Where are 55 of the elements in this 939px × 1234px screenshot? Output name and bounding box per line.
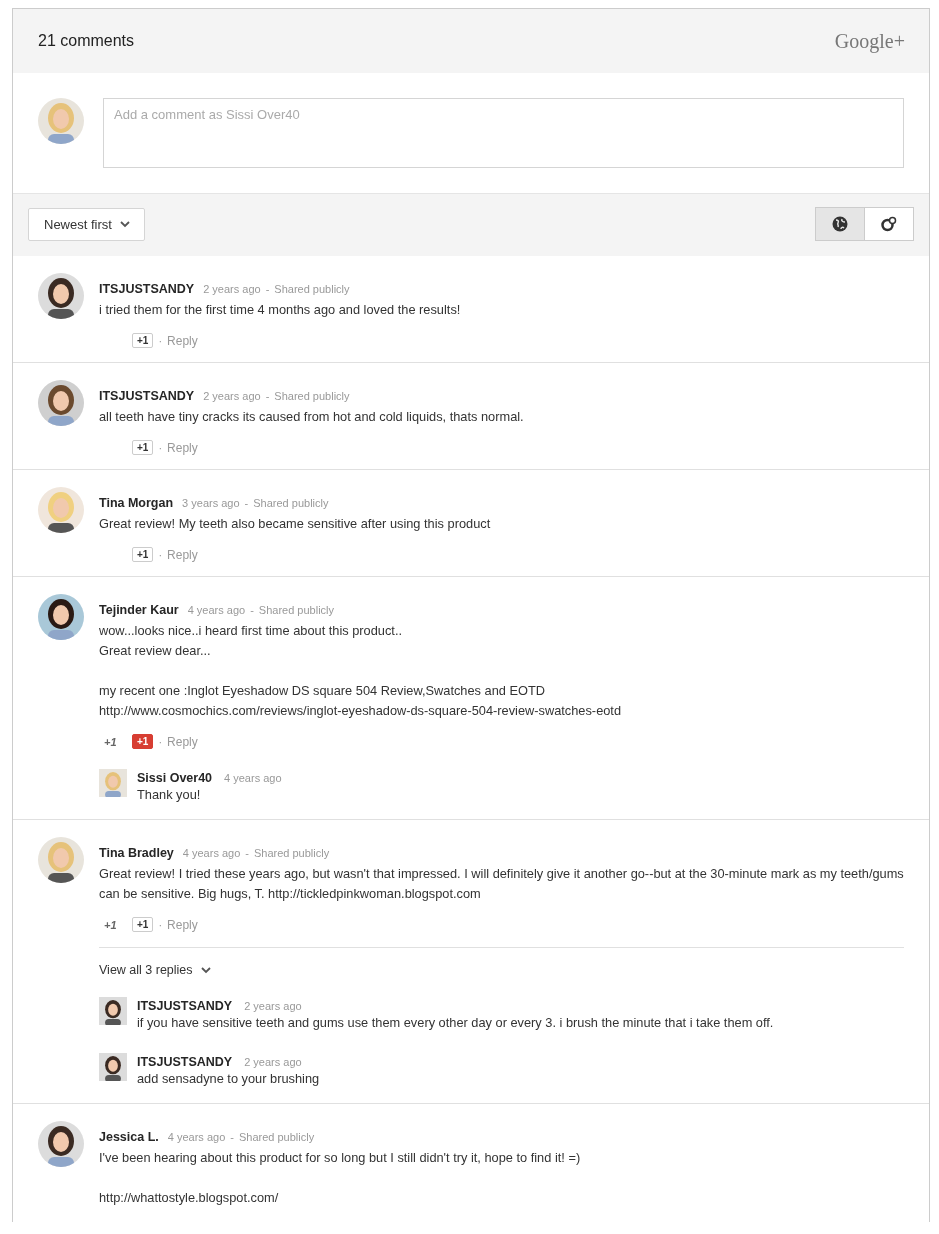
author-name[interactable]: Tina Morgan xyxy=(99,496,174,510)
author-name[interactable]: ITSJUSTSANDY xyxy=(137,1055,233,1069)
reply-text: if you have sensitive teeth and gums use them every other day or every 3. i brush the minute that i take them off. xyxy=(137,1014,774,1032)
author-name[interactable]: Jessica L. xyxy=(99,1130,159,1144)
author-name[interactable]: ITSJUSTSANDY xyxy=(137,999,233,1013)
comment-text: my recent one :Inglot Eyeshadow DS square 504 Review,Swatches and EOTD http://www.cosmochics.com/reviews/inglot-eyeshadow-ds-square-504-review-swatches-eotd xyxy=(99,682,623,720)
comment-count: 21 comments xyxy=(38,32,135,50)
circles-toggle[interactable] xyxy=(864,207,914,241)
separator-dot: · xyxy=(158,548,163,561)
comment-text: I've been hearing about this product for so long but I still didn't try it, hope to find it! =) xyxy=(99,1149,582,1167)
separator-dot: · xyxy=(158,735,163,748)
sort-dropdown[interactable]: Newest first xyxy=(28,207,145,241)
separator-dash: - xyxy=(265,390,270,402)
chevron-down-icon xyxy=(119,220,130,228)
plus-count: +1 xyxy=(103,735,117,748)
google-plus-logo: Google+ xyxy=(834,29,905,53)
separator-dash: - xyxy=(250,604,254,616)
author-name[interactable]: Sissi Over40 xyxy=(137,771,213,785)
author-name[interactable]: ITSJUSTSANDY xyxy=(99,389,195,403)
author-name[interactable]: Tejinder Kaur xyxy=(99,603,179,617)
comment-text: wow...looks nice..i heard first time about this product.. Great review dear... xyxy=(99,622,403,660)
comment-text: i tried them for the first time 4 months ago and loved the results! xyxy=(99,301,462,319)
plus-one-button[interactable]: +1 xyxy=(132,440,154,455)
comment-text: all teeth have tiny cracks its caused from hot and cold liquids, thats normal. xyxy=(99,408,525,426)
separator-dash: - xyxy=(265,283,270,295)
plus-one-button[interactable]: +1 xyxy=(132,917,154,932)
separator-dot: · xyxy=(158,918,163,931)
visibility-label: Shared publicly xyxy=(253,847,330,859)
visibility-label: Shared publicly xyxy=(253,497,329,509)
visibility-label: Shared publicly xyxy=(274,283,350,295)
comment-text: Great review! I tried these years ago, but wasn't that impressed. I will definitely give it another go--but at the 30-minute mark as my teeth/gums can be sensitive. Big hugs, T. http://tickledpinkwoman.blogspot.com xyxy=(99,865,904,903)
circles-icon xyxy=(881,216,897,232)
plus-count: +1 xyxy=(103,918,117,931)
separator-dash: - xyxy=(230,1131,234,1143)
separator-dot: · xyxy=(158,334,163,347)
plus-one-button[interactable]: +1 xyxy=(132,333,154,348)
reply-text: add sensadyne to your brushing xyxy=(137,1070,320,1088)
comment-text: http://whattostyle.blogspot.com/ xyxy=(99,1189,280,1207)
separator-dash: - xyxy=(245,847,249,859)
view-replies-button[interactable]: View all 3 replies xyxy=(99,963,211,977)
visibility-label: Shared publicly xyxy=(238,1131,315,1143)
public-toggle[interactable] xyxy=(815,207,865,241)
comment-text: Great review! My teeth also became sensitive after using this product xyxy=(99,515,492,533)
author-name[interactable]: ITSJUSTSANDY xyxy=(99,282,195,296)
author-name[interactable]: Tina Bradley xyxy=(99,846,174,860)
separator-dot: · xyxy=(158,441,163,454)
separator-dash: - xyxy=(244,497,249,509)
visibility-label: Shared publicly xyxy=(274,390,350,402)
plus-one-button[interactable]: +1 xyxy=(132,547,154,562)
chevron-down-icon xyxy=(200,966,211,974)
visibility-label: Shared publicly xyxy=(258,604,335,616)
reply-text: Thank you! xyxy=(137,786,202,804)
comment-field[interactable]: Add a comment as Sissi Over40 xyxy=(103,98,904,168)
globe-icon xyxy=(832,216,848,232)
plus-one-button[interactable]: +1 xyxy=(132,734,154,749)
